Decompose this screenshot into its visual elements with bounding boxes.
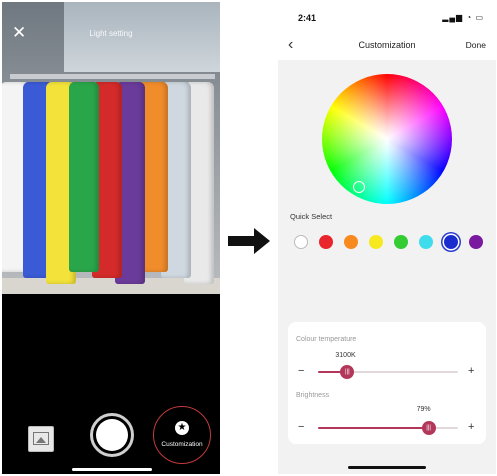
brightness-minus[interactable]: − (298, 422, 304, 433)
shutter-button[interactable] (90, 413, 134, 457)
quick-color-swatch[interactable] (419, 235, 433, 249)
brightness-plus[interactable]: + (468, 422, 474, 433)
star-icon: ★ (175, 421, 189, 435)
brightness-thumb[interactable]: ||| (421, 421, 436, 435)
brightness-slider[interactable]: ||| (318, 421, 458, 435)
shutter-inner (96, 419, 128, 451)
nav-bar: ‹ Customization Done (278, 34, 496, 60)
quick-color-swatch[interactable] (394, 235, 408, 249)
colour-temperature-slider[interactable]: ||| (318, 365, 458, 379)
home-indicator (72, 468, 152, 471)
status-time: 2:41 (298, 13, 317, 23)
status-icons: ▂▄▆ ◔ ▭ (442, 13, 484, 22)
quick-color-swatch[interactable] (369, 235, 383, 249)
customization-label: Customization (161, 441, 203, 448)
colour-temperature-value: 3100K (335, 352, 356, 359)
color-wheel-handle[interactable] (353, 181, 365, 193)
brightness-fill (318, 427, 429, 429)
quick-color-swatch[interactable] (294, 235, 308, 249)
arrow-right-icon (228, 228, 270, 254)
quick-color-swatch[interactable] (319, 235, 333, 249)
colour-temperature-plus[interactable]: + (468, 366, 474, 377)
camera-title: Light setting (89, 29, 133, 38)
colour-temperature-minus[interactable]: − (298, 366, 304, 377)
page-title: Customization (358, 40, 416, 50)
gallery-button[interactable] (28, 426, 54, 452)
quick-color-swatch[interactable] (444, 235, 458, 249)
image-icon (33, 432, 49, 445)
brightness-label: Brightness (296, 392, 330, 399)
clothes-rail (10, 74, 215, 79)
customization-screen: 2:41 ▂▄▆ ◔ ▭ ‹ Customization Done Quick … (278, 2, 496, 474)
home-indicator (348, 466, 426, 469)
quick-color-swatch[interactable] (344, 235, 358, 249)
customization-button[interactable]: ★ Customization (153, 406, 211, 464)
colour-temperature-thumb[interactable]: ||| (340, 365, 355, 379)
colour-temperature-label: Colour temperature (296, 336, 357, 343)
sliders-panel: Colour temperature 3100K − ||| + Brightn… (288, 322, 486, 444)
quick-color-swatch[interactable] (469, 235, 483, 249)
camera-preview: ✕ Light setting (2, 2, 220, 294)
brightness-value: 79% (416, 406, 431, 413)
camera-screen: ✕ Light setting ★ Customization (2, 2, 220, 474)
shirt (69, 82, 99, 272)
done-button[interactable]: Done (466, 40, 486, 50)
color-wheel[interactable] (322, 74, 452, 204)
quick-select-label: Quick Select (290, 212, 333, 221)
status-bar: 2:41 ▂▄▆ ◔ ▭ (278, 2, 496, 34)
